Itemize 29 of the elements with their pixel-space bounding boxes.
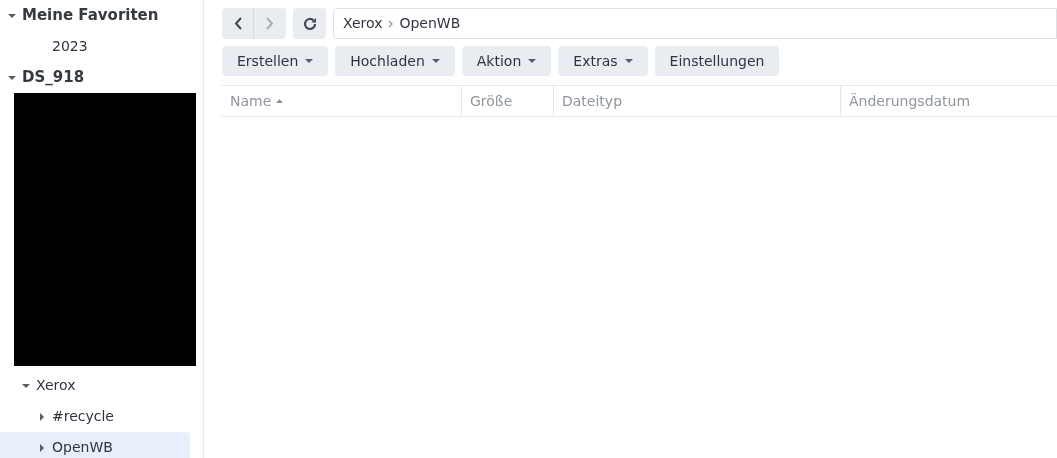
chevron-right-icon xyxy=(266,17,274,30)
breadcrumb-item[interactable]: OpenWB xyxy=(399,13,461,34)
caret-down-icon[interactable] xyxy=(8,11,16,20)
caret-right-icon[interactable] xyxy=(38,412,46,421)
caret-down-icon xyxy=(431,59,440,63)
tree-item[interactable]: 2023 xyxy=(0,31,190,62)
caret-down-icon xyxy=(624,59,633,63)
breadcrumb-item[interactable]: Xerox xyxy=(343,13,383,34)
caret-down-icon xyxy=(305,59,314,63)
refresh-icon xyxy=(302,16,317,31)
caret-down-icon[interactable] xyxy=(8,73,16,82)
path-field[interactable]: Xerox OpenWB xyxy=(333,8,1057,39)
tree-item[interactable]: DS_918 xyxy=(0,62,190,93)
caret-down-icon xyxy=(528,59,537,63)
caret-down-icon[interactable] xyxy=(22,381,30,390)
toolbar-button[interactable]: Aktion xyxy=(461,46,552,76)
toolbar-button[interactable]: Einstellungen xyxy=(654,46,780,76)
toolbar-button[interactable]: Hochladen xyxy=(335,46,455,76)
toolbar-button[interactable]: Extras xyxy=(558,46,648,76)
caret-right-icon[interactable] xyxy=(38,443,46,452)
tree-item[interactable]: #recycle xyxy=(0,401,190,432)
chevron-right-icon xyxy=(388,19,394,28)
refresh-button[interactable] xyxy=(293,8,326,39)
tree-item[interactable]: Xerox xyxy=(0,370,190,401)
chevron-left-icon xyxy=(233,17,242,30)
tree-item[interactable]: Meine Favoriten xyxy=(0,0,190,31)
sort-ascending-icon xyxy=(276,99,284,103)
toolbar-button[interactable]: Erstellen xyxy=(222,46,329,76)
tree-item[interactable]: OpenWB xyxy=(0,432,190,458)
